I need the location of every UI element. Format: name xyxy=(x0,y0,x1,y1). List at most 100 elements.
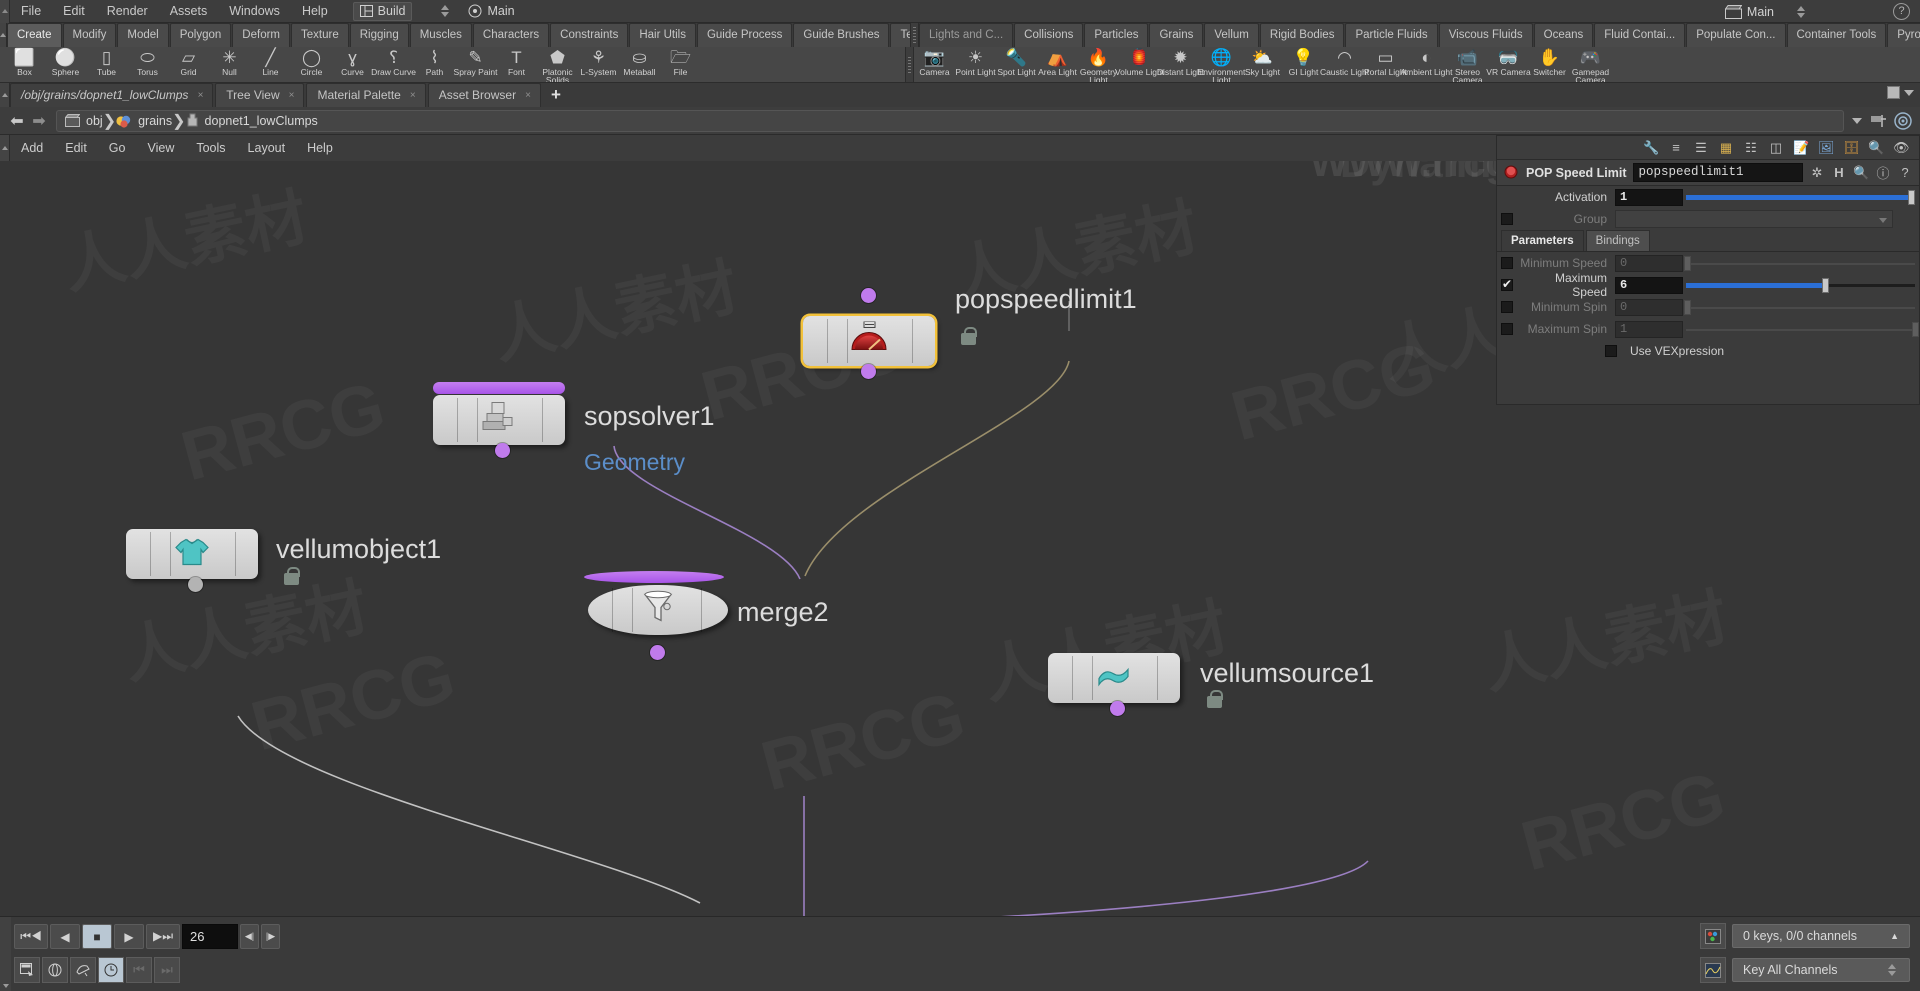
play-button[interactable]: ▶ xyxy=(114,924,144,949)
target-record-icon[interactable] xyxy=(1894,111,1912,130)
pane-tab-network-editor[interactable]: /obj/grains/dopnet1_lowClumps × xyxy=(10,83,214,107)
current-frame-field[interactable]: 26 xyxy=(182,924,238,949)
close-icon[interactable]: × xyxy=(410,84,416,107)
shelf-tab-grains[interactable]: Grains xyxy=(1149,23,1204,47)
auto-update-button[interactable] xyxy=(14,957,40,983)
step-back-button[interactable]: ◀ xyxy=(50,924,80,949)
node-vellumobject1[interactable] xyxy=(126,529,258,592)
shelf-tool-platonic[interactable]: ⬟ Platonic Solids xyxy=(537,47,578,82)
maximum-spin-checkbox[interactable] xyxy=(1501,323,1513,335)
node-output-port[interactable] xyxy=(495,443,510,458)
maximum-speed-checkbox[interactable] xyxy=(1501,277,1513,291)
shelf-tool-box[interactable]: ⬜ Box xyxy=(4,47,45,82)
menu-item-windows[interactable]: Windows xyxy=(218,0,291,23)
realtime-button[interactable] xyxy=(98,957,124,983)
info-icon[interactable]: ⓘ xyxy=(1875,163,1891,182)
shelf-tool-distant-light[interactable]: ✹ Distant Light xyxy=(1157,47,1204,82)
menu-grip[interactable] xyxy=(0,0,10,23)
shelf-tool-null[interactable]: ✳ Null xyxy=(209,47,250,82)
shelf-tab-muscles[interactable]: Muscles xyxy=(409,23,472,47)
menu-item-edit[interactable]: Edit xyxy=(52,0,96,23)
shelf-tab-modify[interactable]: Modify xyxy=(62,23,117,47)
tab-bindings[interactable]: Bindings xyxy=(1585,230,1650,251)
group-field[interactable] xyxy=(1615,210,1893,228)
list-icon[interactable]: ≡ xyxy=(1668,140,1684,155)
jump-to-start-button[interactable]: ⏮◀ xyxy=(14,924,48,949)
menu-item-assets[interactable]: Assets xyxy=(159,0,219,23)
desktop-spinner[interactable] xyxy=(438,2,452,21)
activation-slider[interactable] xyxy=(1686,189,1919,206)
breadcrumb-item-grains[interactable]: grains xyxy=(116,114,172,128)
shelf-tab-fluid-containers[interactable]: Fluid Contai... xyxy=(1594,23,1686,47)
pin-flag-icon[interactable] xyxy=(1868,113,1888,129)
node-input-port[interactable] xyxy=(861,288,876,303)
shelf-tool-sky-light[interactable]: ⛅ Sky Light xyxy=(1242,47,1283,82)
shelf-tab-lights-and-cameras[interactable]: Lights and C... xyxy=(919,23,1014,47)
shelf-tool-l-system[interactable]: ⚘ L-System xyxy=(578,47,619,82)
shelf-tool-spray-paint[interactable]: ✎ Spray Paint xyxy=(454,47,498,82)
shelf-tool-spot-light[interactable]: 🔦 Spot Light xyxy=(996,47,1037,82)
path-dropdown-chevron-icon[interactable] xyxy=(1852,117,1862,124)
eye-icon[interactable]: 👁 xyxy=(1893,140,1910,156)
node-display-flag[interactable] xyxy=(433,382,565,394)
shelf-tab-particle-fluids[interactable]: Particle Fluids xyxy=(1345,23,1438,47)
maximize-pane-icon[interactable] xyxy=(1887,86,1900,99)
key-mode-selector[interactable]: Key All Channels xyxy=(1732,958,1910,982)
shelf-tab-particles[interactable]: Particles xyxy=(1084,23,1149,47)
shelf-tool-sphere[interactable]: ⚪ Sphere xyxy=(45,47,86,82)
shelf-tool-switcher[interactable]: ✋ Switcher xyxy=(1529,47,1570,82)
node-body[interactable] xyxy=(433,395,565,445)
network-menu-tools[interactable]: Tools xyxy=(185,135,236,161)
minimum-spin-value-field[interactable]: 0 xyxy=(1615,298,1683,316)
menu-item-file[interactable]: File xyxy=(10,0,52,23)
jump-to-end-button[interactable]: ▶⏭ xyxy=(146,924,180,949)
node-body[interactable] xyxy=(588,585,728,635)
shelf-tab-pyro-fx[interactable]: Pyro FX xyxy=(1887,23,1920,47)
keys-status-button[interactable]: 0 keys, 0/0 channels ▲ xyxy=(1732,924,1910,948)
shelf-tool-ambient-light[interactable]: ◐ Ambient Light xyxy=(1401,47,1453,82)
node-output-port[interactable] xyxy=(188,577,203,592)
menu-item-render[interactable]: Render xyxy=(96,0,159,23)
gear-icon[interactable]: ✲ xyxy=(1809,165,1825,181)
maximum-spin-slider[interactable] xyxy=(1686,321,1919,338)
minimum-spin-checkbox[interactable] xyxy=(1501,301,1513,313)
shelf-tab-viscous-fluids[interactable]: Viscous Fluids xyxy=(1438,23,1533,47)
shelf-tab-rigging[interactable]: Rigging xyxy=(349,23,409,47)
shelf-tool-geometry[interactable]: 🔥 Geometry Light xyxy=(1078,47,1119,82)
shelf-tab-hair-utils[interactable]: Hair Utils xyxy=(629,23,696,47)
tab-parameters[interactable]: Parameters xyxy=(1501,230,1584,251)
shelf-tools-splitter[interactable] xyxy=(905,47,914,82)
shelf-tool-camera[interactable]: 📷 Camera xyxy=(914,47,955,82)
pane-tab-asset-browser[interactable]: Asset Browser × xyxy=(427,83,541,107)
network-menu-layout[interactable]: Layout xyxy=(237,135,297,161)
shelf-tool-portal-light[interactable]: ▭ Portal Light xyxy=(1364,47,1407,82)
shelf-splitter-grip[interactable] xyxy=(910,23,919,47)
network-menu-edit[interactable]: Edit xyxy=(54,135,98,161)
shelf-tool-environment[interactable]: 🌐 Environment Light xyxy=(1198,47,1246,82)
activation-value-field[interactable]: 1 xyxy=(1615,188,1683,206)
shelf-tab-model[interactable]: Model xyxy=(117,23,169,47)
shelf-tab-vellum[interactable]: Vellum xyxy=(1204,23,1259,47)
shelf-tool-point-light[interactable]: ☀ Point Light xyxy=(955,47,996,82)
parameter-node-name-field[interactable]: popspeedlimit1 xyxy=(1632,163,1803,182)
use-vexpression-checkbox[interactable] xyxy=(1605,345,1617,357)
help-icon[interactable]: ? xyxy=(1893,3,1910,20)
shelf-tab-terrain-fx[interactable]: Terrain FX xyxy=(890,23,910,47)
minimum-speed-slider[interactable] xyxy=(1684,255,1919,272)
shelf-tool-font[interactable]: T Font xyxy=(496,47,537,82)
shelf-tab-polygon[interactable]: Polygon xyxy=(169,23,232,47)
maximum-speed-value-field[interactable]: 6 xyxy=(1615,276,1683,294)
prev-keyframe-button[interactable]: ◀| xyxy=(240,924,259,949)
houdini-h-icon[interactable]: H xyxy=(1831,165,1847,180)
right-layout-selector[interactable]: Main xyxy=(1724,0,1808,23)
shelf-tool-gi-light[interactable]: 💡 GI Light xyxy=(1283,47,1324,82)
help-icon[interactable]: ? xyxy=(1897,165,1913,180)
node-display-flag[interactable] xyxy=(584,571,724,583)
playbar-grip[interactable] xyxy=(0,917,11,991)
next-keyframe-button[interactable]: |▶ xyxy=(261,924,280,949)
palette-icon[interactable]: ▦ xyxy=(1718,140,1734,156)
network-menu-view[interactable]: View xyxy=(136,135,185,161)
minimum-speed-value-field[interactable]: 0 xyxy=(1615,254,1683,272)
audio-button[interactable] xyxy=(42,957,68,983)
keyframe-icon[interactable] xyxy=(1700,923,1726,949)
